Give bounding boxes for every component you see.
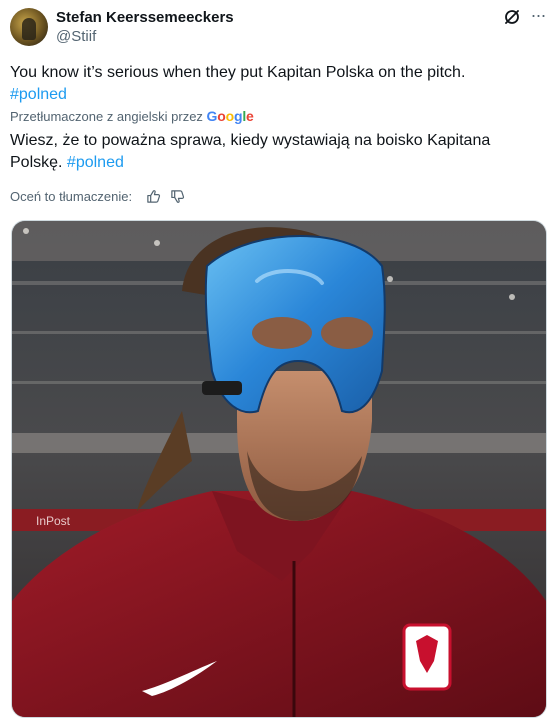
tweet-photo[interactable]: InPost (11, 220, 547, 718)
avatar[interactable] (10, 8, 48, 46)
rate-translation-label: Oceń to tłumaczenie: (10, 189, 133, 204)
mask-strap (202, 381, 242, 395)
translated-text: Wiesz, że to poważna sprawa, kiedy wysta… (10, 130, 540, 174)
google-logo[interactable]: Google (207, 108, 254, 124)
left-eye-opening (252, 317, 312, 349)
author-handle[interactable]: @Stiif (56, 27, 96, 46)
more-icon[interactable]: ··· (528, 6, 548, 26)
author-display-name[interactable]: Stefan Keerssemeeckers (56, 8, 234, 27)
thumb-down-icon[interactable] (170, 189, 185, 204)
tweet-text-main: You know it’s serious when they put Kapi… (10, 64, 466, 81)
board-text: InPost (36, 514, 71, 528)
hashtag-link[interactable]: #polned (10, 86, 67, 103)
right-eye-opening (321, 317, 373, 349)
thumb-up-icon[interactable] (146, 189, 161, 204)
translated-hashtag-link[interactable]: #polned (67, 154, 124, 171)
tweet-text: You know it’s serious when they put Kapi… (10, 62, 540, 106)
grok-icon[interactable] (503, 8, 521, 26)
translated-label: Przetłumaczone z angielski przez (10, 109, 203, 124)
translation-attribution: Przetłumaczone z angielski przez Google (10, 108, 254, 125)
photo-illustration: InPost (12, 221, 546, 717)
avatar-figure (22, 18, 36, 40)
